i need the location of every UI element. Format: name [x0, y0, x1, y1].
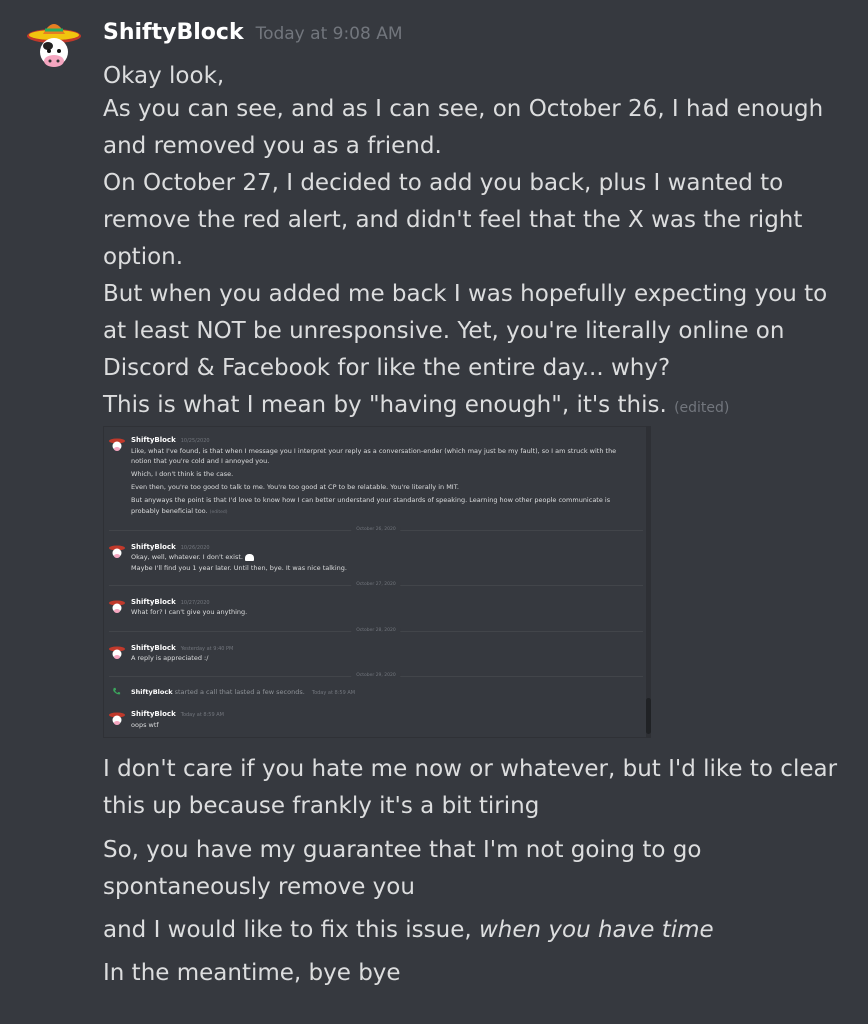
message-line-last: This is what I mean by "having enough", …	[103, 387, 843, 427]
call-event: ShiftyBlock started a call that lasted a…	[131, 688, 356, 696]
embed-line: What for? I can't give you anything.	[131, 608, 248, 616]
embed-line: notion that you're cold and I annoyed yo…	[131, 457, 270, 465]
embed-author: ShiftyBlock 10/26/2020	[131, 543, 210, 551]
followup-message: So, you have my guarantee that I'm not g…	[103, 837, 702, 900]
embed-line: oops wtf	[131, 721, 159, 729]
followup-message: I don't care if you hate me now or whate…	[103, 756, 838, 819]
screenshot-attachment[interactable]: ShiftyBlock 10/25/2020 Like, what I've fo…	[103, 426, 651, 738]
edited-label: (edited)	[674, 400, 730, 416]
followup-message: In the meantime, bye bye	[103, 960, 401, 986]
avatar-icon	[109, 438, 125, 451]
embed-timestamp: 10/26/2020	[180, 545, 210, 551]
message-header: ShiftyBlock Today at 9:08 AM	[103, 20, 403, 52]
avatar-icon	[109, 712, 125, 725]
embed-timestamp: 10/25/2020	[180, 438, 210, 444]
username[interactable]: ShiftyBlock	[103, 20, 244, 45]
embed-line: Which, I don't think is the case.	[131, 470, 234, 478]
embed-author: ShiftyBlock 10/25/2020	[131, 436, 210, 444]
avatar-sombrero-cow-icon[interactable]	[26, 16, 82, 72]
date-divider: October 29, 2020	[109, 673, 643, 678]
phone-icon	[113, 687, 121, 695]
embed-line: Even then, you're too good to talk to me…	[131, 483, 459, 491]
message-line: But when you added me back I was hopeful…	[103, 281, 828, 381]
message-line: On October 27, I decided to add you back…	[103, 170, 803, 270]
italic-text: when you have time	[478, 917, 714, 943]
message-line: Okay look,	[103, 63, 225, 89]
date-divider: October 26, 2020	[109, 527, 643, 532]
embed-author: ShiftyBlock Today at 8:59 AM	[131, 710, 224, 718]
ghost-emoji-icon	[245, 553, 255, 561]
embed-line: Maybe I'll find you 1 year later. Until …	[131, 564, 347, 572]
avatar-icon	[109, 646, 125, 659]
message-timestamp[interactable]: Today at 9:08 AM	[256, 24, 403, 44]
date-divider: October 27, 2020	[109, 582, 643, 587]
embed-timestamp: 10/27/2020	[180, 600, 210, 606]
embed-line: probably beneficial too. (edited)	[131, 507, 228, 515]
date-divider: October 28, 2020	[109, 628, 643, 633]
scrollbar-track[interactable]	[646, 426, 651, 738]
embed-author: ShiftyBlock 10/27/2020	[131, 598, 210, 606]
followup-message: and I would like to fix this issue, when…	[103, 917, 714, 943]
avatar-icon	[109, 545, 125, 558]
embed-line: Like, what I've found, is that when I me…	[131, 447, 617, 455]
message-line: As you can see, and as I can see, on Oct…	[103, 96, 824, 159]
avatar-icon	[109, 600, 125, 613]
embed-line: But anyways the point is that I'd love t…	[131, 496, 611, 504]
embed-timestamp: Today at 8:59 AM	[180, 712, 224, 718]
embed-author: ShiftyBlock Yesterday at 9:40 PM	[131, 644, 234, 652]
embed-line: A reply is appreciated :/	[131, 654, 209, 662]
embed-edited: (edited)	[209, 510, 228, 515]
embed-line: Okay, well, whatever. I don't exist.	[131, 553, 255, 561]
scrollbar-thumb[interactable]	[646, 698, 651, 734]
embed-timestamp: Yesterday at 9:40 PM	[180, 646, 234, 652]
message-text: This is what I mean by "having enough", …	[103, 392, 667, 418]
